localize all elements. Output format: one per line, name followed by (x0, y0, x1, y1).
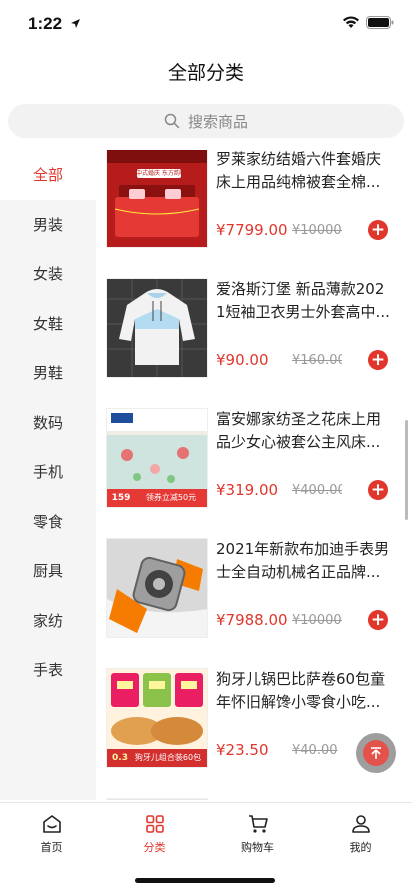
status-time: 1:22 (28, 14, 63, 33)
product-title: 爱洛斯汀堡 新品薄款2021短袖卫衣男士外套高中... (216, 280, 390, 321)
sidebar-item-label: 手机 (32, 463, 63, 482)
product-price: ¥319.00 (216, 481, 279, 499)
product-image (106, 798, 208, 800)
search-input[interactable]: 搜索商品 (8, 104, 404, 138)
product-list: 中式婚庆 东方韵味 罗莱家纺结婚六件套婚庆床上用品纯棉被套全棉... ¥7799… (96, 150, 412, 800)
sidebar-item-snacks[interactable]: 零食 (0, 497, 96, 547)
tab-home[interactable]: 首页 (0, 813, 103, 855)
status-icons (342, 16, 394, 29)
tab-label: 首页 (40, 841, 63, 854)
sidebar-item-label: 女鞋 (32, 314, 63, 333)
product-item[interactable] (96, 798, 412, 800)
add-to-cart-button[interactable]: + (368, 610, 388, 630)
add-to-cart-button[interactable]: + (368, 480, 388, 500)
cart-icon (248, 815, 268, 833)
home-indicator (135, 878, 275, 883)
tab-cart[interactable]: 购物车 (206, 813, 309, 855)
product-image-watch (106, 538, 208, 638)
tab-profile[interactable]: 我的 (309, 813, 412, 855)
product-item[interactable]: 爱洛斯汀堡 新品薄款2021短袖卫衣男士外套高中... ¥90.00 ¥160.… (96, 278, 412, 388)
sidebar-item-label: 全部 (32, 166, 63, 185)
sidebar-item-home-textiles[interactable]: 家纺 (0, 596, 96, 646)
arrow-up-icon (363, 740, 389, 766)
product-price: ¥23.50 (216, 741, 269, 759)
status-bar: 1:22 (0, 0, 412, 48)
image-badge-price: 0.3 (112, 753, 128, 763)
back-to-top-button[interactable] (356, 733, 396, 773)
sidebar-item-label: 男鞋 (32, 364, 63, 383)
product-image-bedding: 中式婚庆 东方韵味 (106, 150, 208, 248)
product-item[interactable]: 中式婚庆 东方韵味 罗莱家纺结婚六件套婚庆床上用品纯棉被套全棉... ¥7799… (96, 150, 412, 258)
tab-category[interactable]: 分类 (103, 813, 206, 855)
tab-label: 我的 (349, 841, 372, 854)
sidebar-item-mens-shoes[interactable]: 男鞋 (0, 348, 96, 398)
home-icon (42, 815, 61, 833)
product-original-price: ¥400.00 (292, 483, 342, 498)
sidebar-item-label: 数码 (32, 413, 63, 432)
image-badge-text: 领券立减50元 (145, 493, 197, 502)
product-price: ¥7988.00 (216, 611, 288, 629)
category-sidebar: 全部 男装 女装 女鞋 男鞋 数码 手机 零食 厨具 家纺 手表 (0, 150, 96, 800)
sidebar-item-digital[interactable]: 数码 (0, 398, 96, 448)
sidebar-item-womenswear[interactable]: 女装 (0, 249, 96, 299)
wifi-icon (343, 16, 359, 28)
add-to-cart-button[interactable]: + (368, 220, 388, 240)
sidebar-item-label: 手表 (32, 661, 63, 680)
product-original-price: ¥160.00 (292, 353, 342, 368)
product-title: 罗莱家纺结婚六件套婚庆床上用品纯棉被套全棉... (216, 150, 382, 191)
tab-label: 分类 (143, 841, 166, 854)
page-title: 全部分类 (167, 62, 244, 84)
product-original-price: ¥10000... (292, 613, 342, 628)
search-placeholder: 搜索商品 (187, 112, 248, 131)
image-badge-text: 狗牙儿组合装60包 (134, 753, 202, 762)
product-title: 2021年新款布加迪手表男士全自动机械名正品牌... (216, 540, 390, 581)
image-badge-price: 159 (111, 493, 131, 503)
product-image-floral-bedding: 159 领券立减50元 (106, 408, 208, 508)
product-price: ¥90.00 (216, 351, 269, 369)
sidebar-item-label: 女装 (32, 265, 63, 284)
scroll-indicator (405, 420, 408, 520)
product-image-hoodie (106, 278, 208, 378)
product-original-price: ¥40.00 (292, 743, 338, 758)
sidebar-item-all[interactable]: 全部 (0, 150, 96, 200)
sidebar-item-label: 零食 (32, 512, 63, 531)
sidebar-item-label: 厨具 (32, 562, 63, 581)
sidebar-item-menswear[interactable]: 男装 (0, 200, 96, 250)
product-price: ¥7799.00 (216, 221, 288, 239)
sidebar-item-kitchenware[interactable]: 厨具 (0, 546, 96, 596)
product-item[interactable]: 2021年新款布加迪手表男士全自动机械名正品牌... ¥7988.00 ¥100… (96, 538, 412, 648)
add-to-cart-button[interactable]: + (368, 350, 388, 370)
battery-icon (366, 16, 394, 29)
sidebar-item-label: 家纺 (32, 611, 63, 630)
product-image-snacks: 0.3 狗牙儿组合装60包 (106, 668, 208, 768)
search-icon (164, 113, 180, 129)
tab-label: 购物车 (241, 841, 274, 854)
location-arrow-icon (71, 19, 80, 28)
image-badge-text: 中式婚庆 东方韵味 (136, 170, 182, 177)
sidebar-item-watches[interactable]: 手表 (0, 645, 96, 695)
product-title: 狗牙儿锅巴比萨卷60包童年怀旧解馋小零食小吃... (216, 670, 386, 711)
sidebar-item-womens-shoes[interactable]: 女鞋 (0, 299, 96, 349)
sidebar-item-label: 男装 (32, 215, 63, 234)
product-item[interactable]: 159 领券立减50元 富安娜家纺圣之花床上用品少女心被套公主风床... ¥31… (96, 408, 412, 518)
user-icon (351, 815, 370, 833)
product-original-price: ¥10000... (292, 223, 342, 238)
category-grid-icon (145, 815, 164, 833)
sidebar-item-phones[interactable]: 手机 (0, 447, 96, 497)
product-title: 富安娜家纺圣之花床上用品少女心被套公主风床... (216, 410, 382, 451)
